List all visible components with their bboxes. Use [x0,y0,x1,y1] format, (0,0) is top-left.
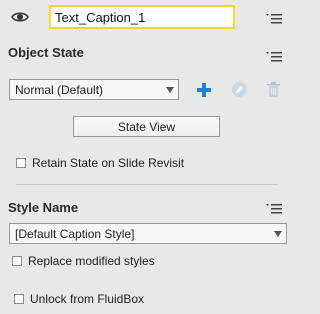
object-state-title: Object State [8,45,84,60]
state-view-button-label: State View [117,119,176,134]
style-name-title: Style Name [8,200,79,215]
section-divider [16,184,278,185]
retain-state-label: Retain State on Slide Revisit [32,156,185,170]
state-view-button[interactable]: State View [73,116,220,137]
add-state-icon[interactable] [196,82,212,98]
style-menu-icon[interactable] [266,202,282,214]
replace-styles-checkbox[interactable] [12,256,22,266]
replace-styles-option[interactable]: Replace modified styles [12,254,155,268]
unlock-fluidbox-checkbox[interactable] [14,294,24,304]
retain-state-option[interactable]: Retain State on Slide Revisit [16,156,184,170]
eye-icon[interactable] [11,10,29,24]
style-select[interactable]: [Default Caption Style] [9,223,287,244]
object-state-menu-icon[interactable] [266,50,282,62]
unlock-fluidbox-label: Unlock from FluidBox [30,292,145,306]
item-name-input[interactable] [49,5,235,29]
state-select-value: Normal (Default) [15,82,104,97]
edit-state-icon[interactable] [231,81,248,98]
unlock-fluidbox-option[interactable]: Unlock from FluidBox [14,292,144,306]
panel-menu-icon[interactable] [266,12,282,24]
dropdown-arrow-icon [274,230,282,237]
style-select-value: [Default Caption Style] [15,226,135,241]
state-select[interactable]: Normal (Default) [9,79,179,100]
delete-state-icon[interactable] [267,82,280,97]
retain-state-checkbox[interactable] [16,158,26,168]
replace-styles-label: Replace modified styles [28,254,155,268]
properties-panel: Object State Normal (Default) [0,0,296,314]
dropdown-arrow-icon [166,86,174,93]
